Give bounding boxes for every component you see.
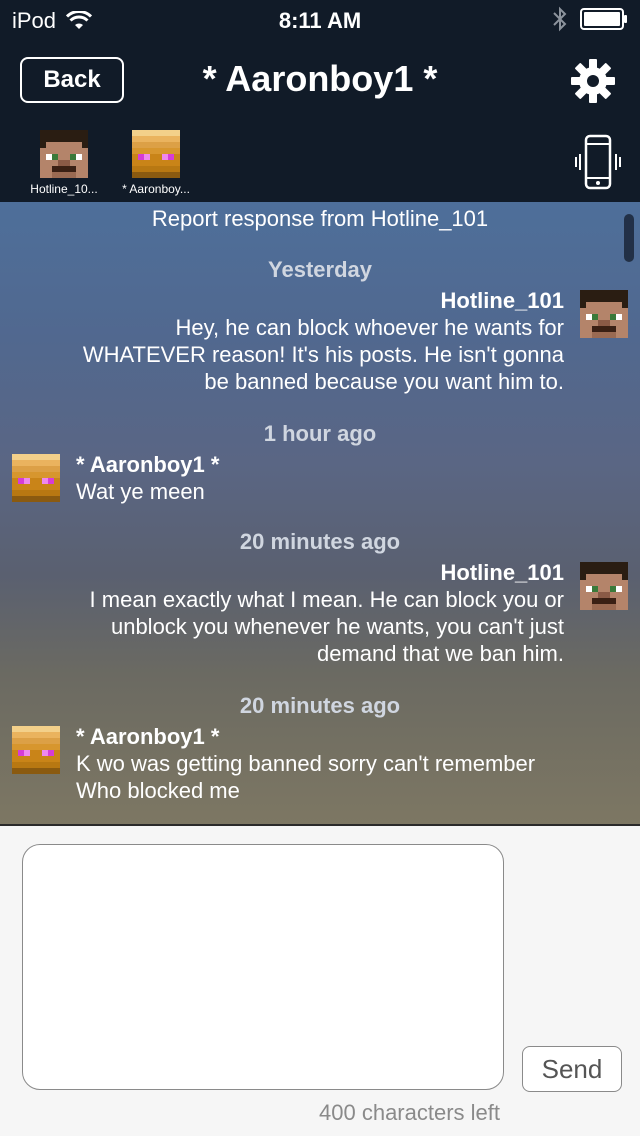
message-line: be banned because you want him to.	[204, 369, 564, 394]
message-line: Who blocked me	[76, 778, 240, 803]
message-item: * Aaronboy1 * Wat ye meen	[76, 451, 219, 505]
steve-face-avatar	[40, 130, 88, 178]
participant-aaronboy[interactable]: * Aaronboy...	[108, 130, 204, 196]
message-input[interactable]	[22, 844, 504, 1090]
timestamp: 1 hour ago	[263, 421, 377, 446]
status-time: 8:11 AM	[278, 8, 362, 33]
message-sender: Hotline_101	[440, 560, 565, 585]
chat-area[interactable]: Report response from Hotline_101 Yesterd…	[0, 202, 640, 824]
participant-hotline[interactable]: Hotline_10...	[16, 130, 112, 196]
message-line: K wo was getting banned sorry can't reme…	[76, 751, 536, 776]
timestamp: 20 minutes ago	[239, 529, 401, 554]
message-line: I mean exactly what I mean. He can block…	[89, 587, 564, 612]
compose-area: Send 400 characters left	[0, 824, 640, 1136]
message-sender: * Aaronboy1 *	[76, 452, 220, 477]
message-line: demand that we ban him.	[316, 641, 564, 666]
enderman-face-avatar	[132, 130, 180, 178]
enderman-face-avatar[interactable]	[12, 726, 60, 774]
participant-label: * Aaronboy...	[122, 182, 190, 196]
timestamp: Yesterday	[268, 257, 372, 282]
steve-face-avatar[interactable]	[580, 290, 628, 338]
gear-icon[interactable]	[570, 58, 616, 104]
bluetooth-icon	[553, 6, 567, 32]
message-sender: Hotline_101	[440, 288, 565, 313]
message-line: Hey, he can block whoever he wants for	[175, 315, 564, 340]
message-item: Hotline_101 I mean exactly what I mean. …	[90, 559, 564, 667]
message-sender: * Aaronboy1 *	[76, 724, 220, 749]
participant-label: Hotline_10...	[30, 182, 98, 196]
battery-icon	[580, 8, 627, 30]
message-item: * Aaronboy1 * K wo was getting banned so…	[76, 723, 535, 804]
enderman-face-avatar[interactable]	[12, 454, 60, 502]
steve-face-avatar[interactable]	[580, 562, 628, 610]
message-line: WHATEVER reason! It's his posts. He isn'…	[82, 342, 564, 367]
message-line: Wat ye meen	[76, 479, 205, 504]
message-item: Hotline_101 Hey, he can block whoever he…	[83, 287, 564, 395]
phone-vibrate-icon[interactable]	[574, 134, 622, 192]
character-counter: 400 characters left	[319, 1100, 500, 1125]
page-title: * Aaronboy1 *	[202, 58, 438, 99]
nav-bar: Back * Aaronboy1 *	[0, 40, 640, 120]
timestamp: 20 minutes ago	[239, 693, 401, 718]
status-bar: iPod 8:11 AM	[0, 0, 640, 40]
message-line: unblock you whenever he wants, you can't…	[110, 614, 564, 639]
back-button[interactable]: Back	[20, 57, 124, 103]
send-button[interactable]: Send	[522, 1046, 622, 1092]
report-line: Report response from Hotline_101	[151, 206, 489, 231]
participant-strip: Hotline_10... * Aaronboy...	[0, 120, 640, 202]
